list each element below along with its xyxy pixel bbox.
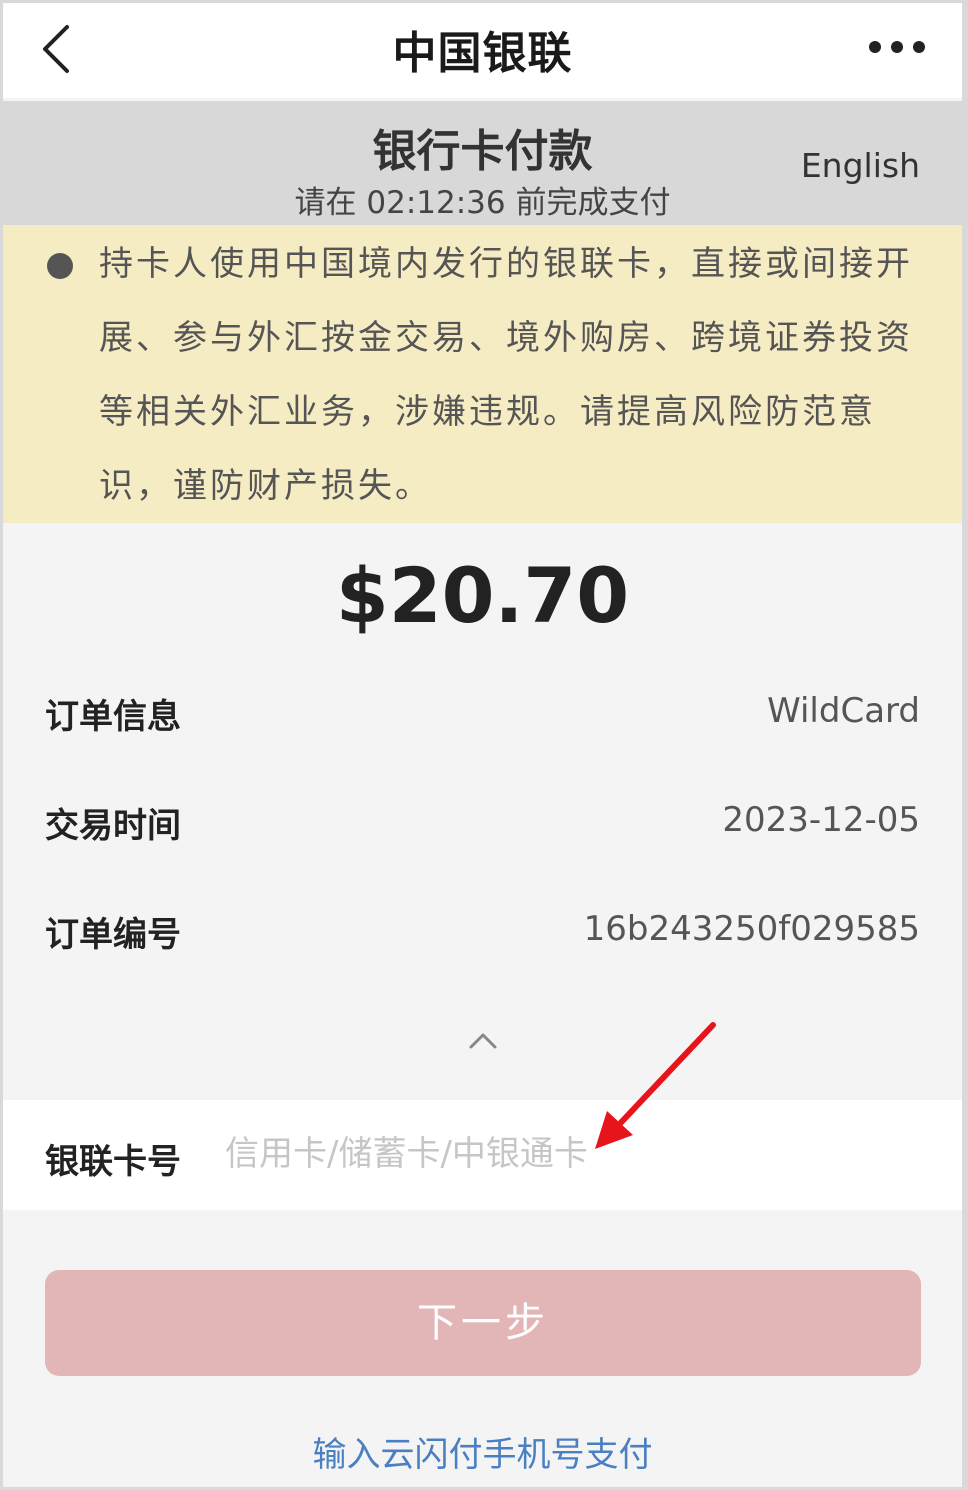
risk-notice: 持卡人使用中国境内发行的银联卡，直接或间接开展、参与外汇按金交易、境外购房、跨境… bbox=[3, 225, 962, 523]
cloud-quickpass-phone-link[interactable]: 输入云闪付手机号支付 bbox=[3, 1427, 962, 1476]
payment-screen: 中国银联 银行卡付款 请在 02:12:36 前完成支付 English 持卡人… bbox=[3, 3, 962, 1487]
bullet-dot-icon bbox=[47, 253, 73, 279]
chevron-up-icon bbox=[469, 1033, 497, 1049]
card-number-label: 银联卡号 bbox=[45, 1142, 181, 1182]
transaction-time-value: 2023-12-05 bbox=[722, 800, 920, 840]
risk-notice-text: 持卡人使用中国境内发行的银联卡，直接或间接开展、参与外汇按金交易、境外购房、跨境… bbox=[99, 244, 913, 506]
order-number-row: 订单编号 16b243250f029585 bbox=[45, 907, 920, 967]
order-number-value: 16b243250f029585 bbox=[583, 909, 920, 949]
more-button[interactable] bbox=[862, 29, 932, 65]
nav-bar: 中国银联 bbox=[3, 3, 962, 98]
collapse-details-button[interactable] bbox=[461, 1023, 505, 1057]
transaction-time-row: 交易时间 2023-12-05 bbox=[45, 798, 920, 858]
payment-amount: $20.70 bbox=[335, 551, 630, 640]
order-info-label: 订单信息 bbox=[45, 697, 181, 737]
more-dots-icon bbox=[869, 41, 925, 53]
order-info-row: 订单信息 WildCard bbox=[45, 689, 920, 749]
nav-title: 中国银联 bbox=[392, 28, 573, 79]
next-step-button[interactable]: 下一步 bbox=[45, 1270, 921, 1376]
payment-header: 银行卡付款 请在 02:12:36 前完成支付 English bbox=[3, 101, 962, 225]
order-number-label: 订单编号 bbox=[45, 915, 181, 955]
language-switch-link[interactable]: English bbox=[801, 146, 920, 185]
card-number-input[interactable] bbox=[225, 1122, 915, 1186]
card-number-row: 银联卡号 bbox=[3, 1100, 962, 1210]
transaction-time-label: 交易时间 bbox=[45, 806, 181, 846]
order-info-value: WildCard bbox=[767, 691, 920, 731]
